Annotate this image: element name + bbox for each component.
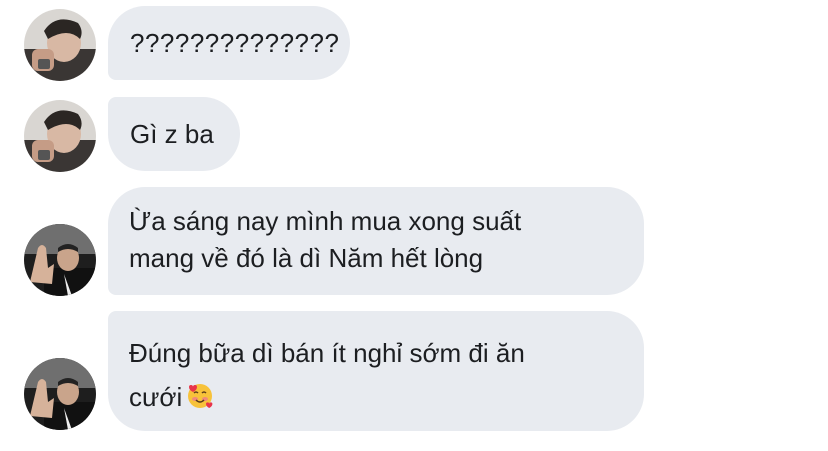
avatar-user-a[interactable] <box>24 100 96 172</box>
avatar-photo <box>24 358 96 430</box>
avatar-user-b[interactable] <box>24 358 96 430</box>
avatar-photo <box>24 224 96 296</box>
avatar-photo <box>24 9 96 81</box>
message-bubble[interactable]: Gì z ba <box>108 97 240 171</box>
avatar-photo <box>24 100 96 172</box>
smiling-face-with-hearts-icon <box>186 379 214 408</box>
message-bubble[interactable]: Đúng bữa dì bán ít nghỉ sớm đi ăn cưới <box>108 311 644 431</box>
message-bubble[interactable]: ?????????????? <box>108 6 350 80</box>
avatar-user-a[interactable] <box>24 9 96 81</box>
message-bubble[interactable]: Ừa sáng nay mình mua xong suất mang về đ… <box>108 187 644 295</box>
avatar-user-b[interactable] <box>24 224 96 296</box>
